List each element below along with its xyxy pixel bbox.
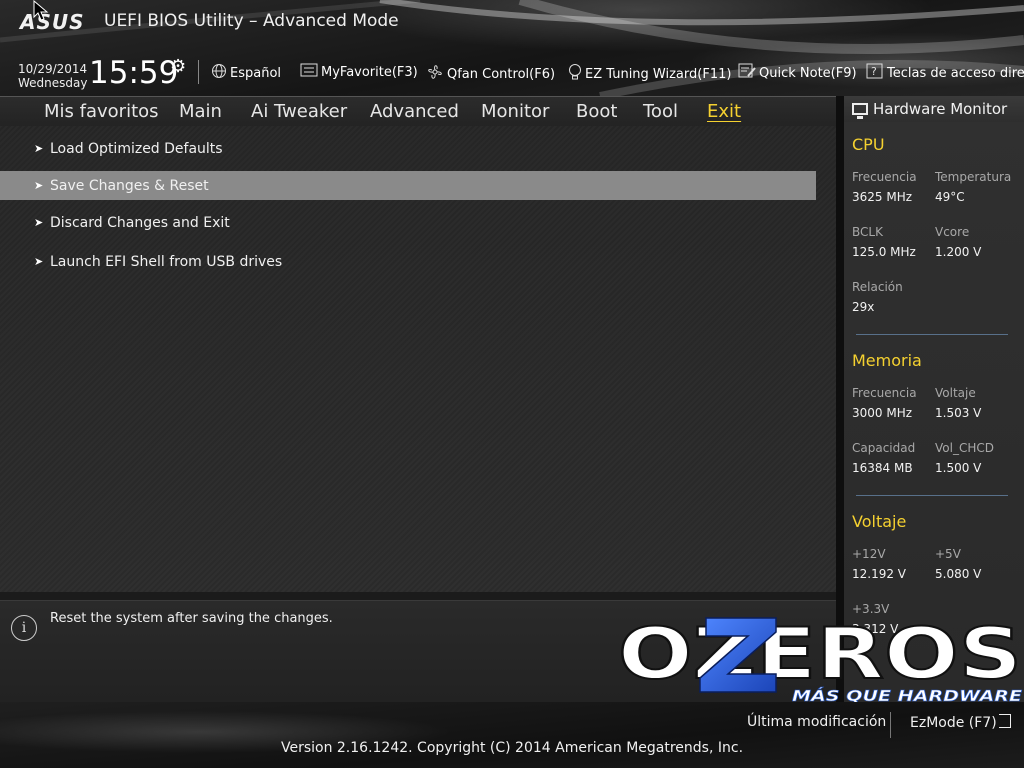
hotkeys-button[interactable]: ? Teclas de acceso directo: [866, 63, 1024, 83]
page-title: UEFI BIOS Utility – Advanced Mode: [104, 11, 399, 31]
v5-label: +5V: [935, 547, 961, 561]
v12-label: +12V: [852, 547, 886, 561]
ez-tuning-button[interactable]: EZ Tuning Wizard(F11): [568, 63, 731, 85]
menu-item-label: Launch EFI Shell from USB drives: [50, 253, 283, 270]
ez-tuning-label: EZ Tuning Wizard(F11): [585, 66, 732, 82]
mem-freq-value: 3000 MHz: [852, 406, 913, 420]
cpu-section-title: CPU: [852, 135, 885, 154]
menu-item-launch-efi-shell[interactable]: ➤ Launch EFI Shell from USB drives: [0, 247, 816, 276]
favorite-list-icon: [300, 63, 318, 81]
toolbar-divider: [198, 60, 199, 84]
arrow-right-icon: ➤: [34, 179, 44, 192]
cpu-ratio-label: Relación: [852, 280, 903, 294]
tab-mis-favoritos[interactable]: Mis favoritos: [44, 101, 159, 122]
mem-capacity-label: Capacidad: [852, 441, 916, 455]
menu-item-discard-changes-exit[interactable]: ➤ Discard Changes and Exit: [0, 208, 816, 237]
lightbulb-icon: [568, 63, 582, 85]
help-question-icon: ?: [866, 63, 884, 83]
exit-arrow-icon: [998, 714, 1011, 728]
menu-item-save-changes-reset[interactable]: ➤ Save Changes & Reset: [0, 171, 816, 200]
quick-note-button[interactable]: Quick Note(F9): [738, 63, 857, 83]
svg-text:?: ?: [871, 65, 877, 78]
cpu-temp-value: 49°C: [935, 190, 965, 204]
mem-freq-label: Frecuencia: [852, 386, 917, 400]
qfan-label: Qfan Control(F6): [447, 66, 556, 82]
ozeros-watermark-logo: OZEROS MÁS QUE HARDWARE: [617, 612, 1023, 705]
language-label: Español: [230, 65, 282, 81]
v5-value: 5.080 V: [935, 567, 982, 581]
help-text: Reset the system after saving the change…: [50, 611, 333, 626]
tab-tool[interactable]: Tool: [643, 101, 678, 122]
mem-capacity-value: 16384 MB: [852, 461, 913, 475]
mouse-cursor-icon: [33, 0, 49, 21]
tab-monitor[interactable]: Monitor: [481, 101, 549, 122]
cpu-freq-label: Frecuencia: [852, 170, 917, 184]
top-header: ASUS UEFI BIOS Utility – Advanced Mode 1…: [0, 0, 1024, 96]
globe-icon: [211, 63, 227, 83]
menu-item-label: Discard Changes and Exit: [50, 214, 230, 231]
section-divider: [856, 334, 1008, 335]
tab-advanced[interactable]: Advanced: [370, 101, 459, 122]
mem-volt-value: 1.503 V: [935, 406, 982, 420]
language-button[interactable]: Español: [211, 63, 281, 83]
clock-time: 15:59: [89, 55, 179, 91]
hardware-monitor-header: Hardware Monitor: [844, 96, 1024, 122]
qfan-button[interactable]: Qfan Control(F6): [426, 63, 555, 85]
tab-boot[interactable]: Boot: [576, 101, 617, 122]
footer-divider: [890, 712, 891, 738]
memory-section-title: Memoria: [852, 351, 922, 370]
cpu-bclk-label: BCLK: [852, 225, 883, 239]
tab-ai-tweaker[interactable]: Ai Tweaker: [251, 101, 347, 122]
menu-item-label: Load Optimized Defaults: [50, 140, 223, 157]
section-divider: [856, 495, 1008, 496]
watermark-brand: OZEROS: [618, 613, 1022, 695]
cpu-bclk-value: 125.0 MHz: [852, 245, 916, 259]
cpu-temp-label: Temperatura: [935, 170, 1012, 184]
copyright-text: Version 2.16.1242. Copyright (C) 2014 Am…: [280, 740, 744, 756]
monitor-icon: [852, 103, 868, 119]
exit-menu-panel: ➤ Load Optimized Defaults ➤ Save Changes…: [0, 126, 836, 592]
cpu-ratio-value: 29x: [852, 300, 875, 314]
main-nav-tabs: Mis favoritos Main Ai Tweaker Advanced M…: [0, 96, 838, 127]
info-icon: i: [11, 615, 37, 641]
asus-logo: ASUS: [20, 10, 85, 34]
cpu-vcore-value: 1.200 V: [935, 245, 982, 259]
quick-note-label: Quick Note(F9): [759, 65, 857, 81]
mem-volt-label: Voltaje: [935, 386, 976, 400]
tab-exit[interactable]: Exit: [707, 101, 741, 122]
hardware-monitor-title: Hardware Monitor: [873, 100, 1008, 118]
hotkeys-label: Teclas de acceso directo: [887, 65, 1024, 81]
v12-value: 12.192 V: [852, 567, 907, 581]
myfavorite-button[interactable]: MyFavorite(F3): [300, 63, 418, 81]
arrow-right-icon: ➤: [34, 216, 44, 229]
fan-icon: [426, 63, 444, 85]
date-text: 10/29/2014: [18, 62, 88, 76]
cpu-freq-value: 3625 MHz: [852, 190, 913, 204]
mem-vchcd-value: 1.500 V: [935, 461, 982, 475]
menu-item-load-optimized-defaults[interactable]: ➤ Load Optimized Defaults: [0, 134, 816, 163]
arrow-right-icon: ➤: [34, 255, 44, 268]
arrow-right-icon: ➤: [34, 142, 44, 155]
tab-main[interactable]: Main: [179, 101, 222, 122]
weekday-text: Wednesday: [18, 76, 88, 90]
ezmode-button[interactable]: EzMode (F7): [910, 714, 1011, 731]
gear-icon[interactable]: ⚙: [170, 56, 186, 77]
date-display: 10/29/2014 Wednesday: [18, 62, 87, 90]
ezmode-label: EzMode (F7): [910, 715, 997, 731]
myfavorite-label: MyFavorite(F3): [321, 64, 418, 80]
voltage-section-title: Voltaje: [852, 512, 907, 531]
mem-vchcd-label: Vol_CHCD: [935, 441, 994, 455]
cpu-vcore-label: Vcore: [935, 225, 970, 239]
note-edit-icon: [738, 63, 756, 83]
last-modified-button[interactable]: Última modificación: [747, 714, 886, 730]
menu-item-label: Save Changes & Reset: [50, 177, 209, 194]
bottom-footer: Última modificación EzMode (F7) Version …: [0, 702, 1024, 768]
